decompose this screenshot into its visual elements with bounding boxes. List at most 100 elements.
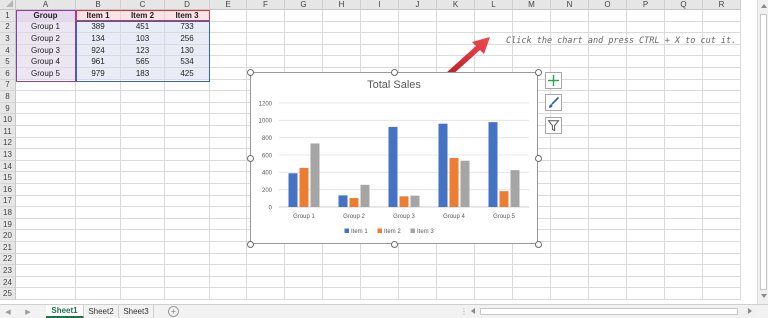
cell-n1[interactable] <box>551 10 589 22</box>
cell-q20[interactable] <box>665 230 703 242</box>
cell-i2[interactable] <box>361 21 399 34</box>
cell-b15[interactable] <box>76 172 121 184</box>
cell-m24[interactable] <box>513 276 551 289</box>
cell-q5[interactable] <box>665 56 703 68</box>
chart-filters-button[interactable] <box>545 117 562 134</box>
row-header-8[interactable]: 8 <box>0 91 16 103</box>
cell-e25[interactable] <box>210 288 247 300</box>
select-all-corner[interactable] <box>0 0 16 10</box>
cell-o9[interactable] <box>589 102 627 115</box>
cell-c12[interactable] <box>121 137 165 150</box>
tab-sheet1[interactable]: Sheet1 <box>46 305 84 318</box>
resize-handle-middle-left[interactable] <box>247 155 254 162</box>
cell-d10[interactable] <box>165 114 210 126</box>
row-header-12[interactable]: 12 <box>0 137 16 150</box>
cell-a1[interactable]: Group <box>16 10 76 22</box>
cell-a2[interactable]: Group 1 <box>16 21 76 34</box>
cell-b20[interactable] <box>76 230 121 242</box>
cell-e4[interactable] <box>210 44 247 57</box>
cell-i5[interactable] <box>361 56 399 68</box>
cell-e16[interactable] <box>210 184 247 196</box>
column-header-f[interactable]: F <box>247 0 285 10</box>
cell-o14[interactable] <box>589 160 627 173</box>
resize-handle-top-right[interactable] <box>535 69 542 76</box>
cell-g25[interactable] <box>285 288 323 300</box>
cell-r10[interactable] <box>703 114 741 126</box>
cell-d14[interactable] <box>165 160 210 173</box>
cell-e18[interactable] <box>210 207 247 219</box>
cell-n19[interactable] <box>551 218 589 231</box>
cell-o6[interactable] <box>589 68 627 80</box>
tab-sheet3[interactable]: Sheet3 <box>119 305 154 318</box>
scroll-down-arrow-icon[interactable] <box>761 294 767 298</box>
chart-styles-button[interactable] <box>545 94 562 111</box>
cell-g2[interactable] <box>285 21 323 34</box>
cell-d23[interactable] <box>165 265 210 277</box>
cell-a25[interactable] <box>16 288 76 300</box>
cell-n23[interactable] <box>551 265 589 277</box>
cell-h3[interactable] <box>323 33 361 45</box>
cell-r18[interactable] <box>703 207 741 219</box>
cell-c8[interactable] <box>121 91 165 103</box>
cell-j22[interactable] <box>399 253 437 266</box>
cell-r14[interactable] <box>703 160 741 173</box>
cell-r12[interactable] <box>703 137 741 150</box>
cell-g3[interactable] <box>285 33 323 45</box>
cell-r5[interactable] <box>703 56 741 68</box>
row-header-20[interactable]: 20 <box>0 230 16 242</box>
column-header-r[interactable]: R <box>703 0 741 10</box>
cell-a20[interactable] <box>16 230 76 242</box>
cell-a19[interactable] <box>16 218 76 231</box>
cell-m25[interactable] <box>513 288 551 300</box>
row-header-9[interactable]: 9 <box>0 102 16 115</box>
cell-q4[interactable] <box>665 44 703 57</box>
cell-j1[interactable] <box>399 10 437 22</box>
cell-o19[interactable] <box>589 218 627 231</box>
cell-a21[interactable] <box>16 242 76 254</box>
cell-h1[interactable] <box>323 10 361 22</box>
cell-m4[interactable] <box>513 44 551 57</box>
cell-p5[interactable] <box>627 56 665 68</box>
column-header-k[interactable]: K <box>437 0 475 10</box>
cell-b19[interactable] <box>76 218 121 231</box>
cell-r6[interactable] <box>703 68 741 80</box>
cell-o15[interactable] <box>589 172 627 184</box>
cell-p24[interactable] <box>627 276 665 289</box>
scroll-left-arrow-icon[interactable] <box>471 308 475 314</box>
cell-f2[interactable] <box>247 21 285 34</box>
chart-elements-button[interactable] <box>545 72 562 89</box>
row-header-21[interactable]: 21 <box>0 242 16 254</box>
cell-f1[interactable] <box>247 10 285 22</box>
cell-e20[interactable] <box>210 230 247 242</box>
row-header-14[interactable]: 14 <box>0 160 16 173</box>
column-header-b[interactable]: B <box>76 0 121 10</box>
cell-h22[interactable] <box>323 253 361 266</box>
cell-e24[interactable] <box>210 276 247 289</box>
cell-d19[interactable] <box>165 218 210 231</box>
cell-p10[interactable] <box>627 114 665 126</box>
cell-a5[interactable]: Group 4 <box>16 56 76 68</box>
cell-e10[interactable] <box>210 114 247 126</box>
cell-c7[interactable] <box>121 79 165 92</box>
cell-c3[interactable]: 103 <box>121 33 165 45</box>
cell-l1[interactable] <box>475 10 513 22</box>
column-header-c[interactable]: C <box>121 0 165 10</box>
cell-o11[interactable] <box>589 126 627 138</box>
cell-q8[interactable] <box>665 91 703 103</box>
cell-q19[interactable] <box>665 218 703 231</box>
vertical-scroll-thumb[interactable] <box>760 14 767 290</box>
cell-d8[interactable] <box>165 91 210 103</box>
tab-split-handle[interactable]: ⋮ <box>460 307 468 316</box>
cell-o16[interactable] <box>589 184 627 196</box>
column-header-l[interactable]: L <box>475 0 513 10</box>
cell-q17[interactable] <box>665 195 703 208</box>
cell-b2[interactable]: 389 <box>76 21 121 34</box>
cell-q15[interactable] <box>665 172 703 184</box>
cell-g4[interactable] <box>285 44 323 57</box>
cell-b10[interactable] <box>76 114 121 126</box>
scroll-right-arrow-icon[interactable] <box>748 308 752 314</box>
cell-e11[interactable] <box>210 126 247 138</box>
cell-d4[interactable]: 130 <box>165 44 210 57</box>
cell-b23[interactable] <box>76 265 121 277</box>
cell-k23[interactable] <box>437 265 475 277</box>
